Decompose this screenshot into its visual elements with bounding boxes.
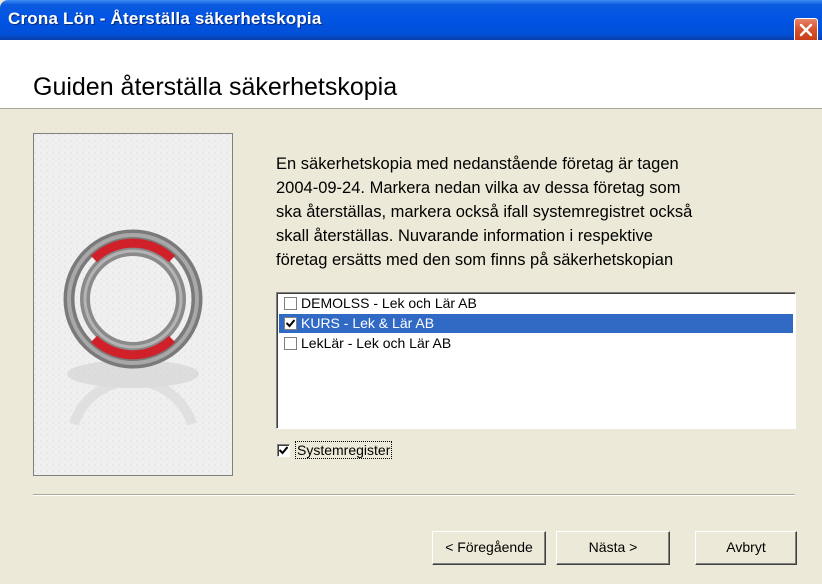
company-list[interactable]: DEMOLSS - Lek och Lär AB KURS - Lek & Lä… (276, 292, 796, 429)
list-item[interactable]: KURS - Lek & Lär AB (279, 314, 793, 333)
wizard-header: Guiden återställa säkerhetskopia (0, 40, 822, 109)
company-label: LekLär - Lek och Lär AB (301, 335, 452, 351)
checkmark-icon (279, 446, 288, 455)
company-checkbox[interactable] (284, 297, 297, 310)
checkmark-icon (286, 319, 295, 328)
wizard-description: En säkerhetskopia med nedanstående föret… (276, 155, 693, 269)
lifebuoy-image (34, 134, 232, 475)
title-bar[interactable]: Crona Lön - Återställa säkerhetskopia (0, 0, 822, 42)
company-checkbox[interactable] (284, 337, 297, 350)
close-button[interactable] (794, 18, 818, 42)
previous-button[interactable]: < Föregående (432, 531, 546, 565)
systemregister-checkbox[interactable] (277, 444, 290, 457)
footer-divider (33, 494, 795, 496)
company-checkbox[interactable] (284, 317, 297, 330)
wizard-image (33, 133, 233, 476)
next-button[interactable]: Nästa > (556, 531, 670, 565)
list-item[interactable]: LekLär - Lek och Lär AB (279, 334, 793, 353)
list-item[interactable]: DEMOLSS - Lek och Lär AB (279, 294, 793, 313)
cancel-button[interactable]: Avbryt (695, 531, 797, 565)
systemregister-label[interactable]: Systemregister (294, 441, 393, 459)
company-label: DEMOLSS - Lek och Lär AB (301, 295, 477, 311)
company-label: KURS - Lek & Lär AB (301, 315, 435, 331)
page-title: Guiden återställa säkerhetskopia (33, 73, 398, 101)
restore-backup-dialog: Crona Lön - Återställa säkerhetskopia Gu… (0, 0, 822, 584)
close-icon (799, 23, 813, 37)
window-title: Crona Lön - Återställa säkerhetskopia (8, 9, 322, 28)
